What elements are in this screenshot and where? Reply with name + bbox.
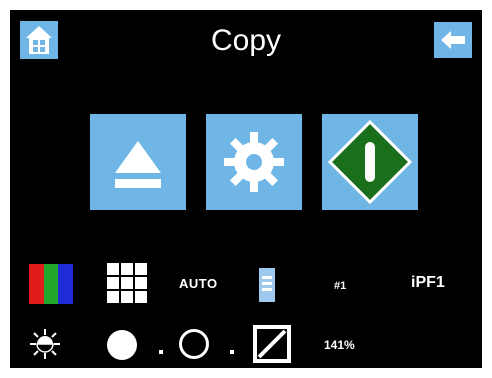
- separator-dot: [159, 350, 163, 354]
- back-button[interactable]: [434, 22, 472, 58]
- printer-name: iPF1: [411, 274, 445, 291]
- start-diamond-icon: [327, 119, 413, 205]
- density-light-icon[interactable]: [178, 328, 210, 360]
- layout-grid-icon[interactable]: [107, 263, 147, 303]
- separator-dot: [230, 350, 234, 354]
- eject-button[interactable]: [90, 114, 186, 210]
- density-dark-icon[interactable]: [106, 329, 138, 361]
- paper-source-label[interactable]: AUTO: [179, 276, 218, 291]
- zoom-value[interactable]: 141%: [324, 338, 355, 352]
- page-title: Copy: [210, 24, 282, 57]
- copy-screen: Copy AUTO #1 iPF1 141%: [10, 10, 482, 368]
- color-mode-icon[interactable]: [29, 264, 73, 304]
- reduce-enlarge-icon[interactable]: [253, 325, 291, 363]
- settings-button[interactable]: [206, 114, 302, 210]
- start-button[interactable]: [322, 114, 418, 210]
- gear-icon: [224, 132, 284, 192]
- paper-tray-icon[interactable]: [259, 268, 275, 302]
- brightness-icon[interactable]: [28, 327, 62, 361]
- tray-number: #1: [334, 280, 347, 292]
- eject-icon: [115, 141, 161, 188]
- back-arrow-icon: [441, 31, 465, 49]
